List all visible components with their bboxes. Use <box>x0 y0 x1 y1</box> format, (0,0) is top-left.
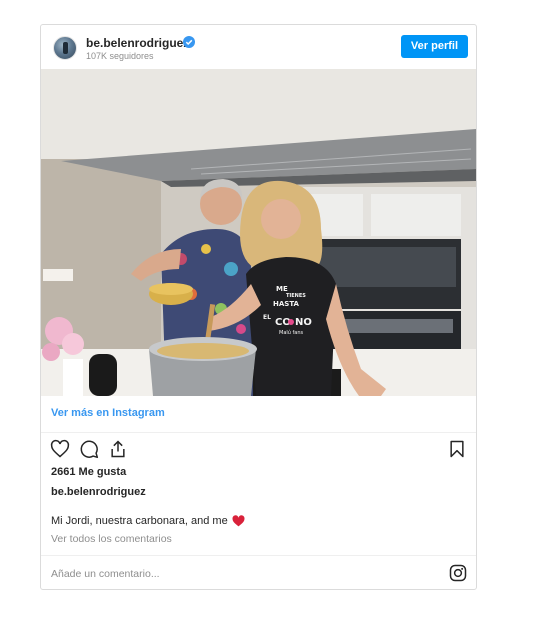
instagram-logo-icon[interactable] <box>449 564 467 582</box>
shirt-text-line: EL <box>263 314 271 321</box>
shirt-text-line: HASTA <box>273 300 300 308</box>
like-count[interactable]: 2661 Me gusta <box>51 466 126 478</box>
action-bar <box>41 432 476 462</box>
share-icon[interactable] <box>108 439 128 459</box>
view-more-row: Ver más en Instagram <box>41 396 476 433</box>
shirt-text-line: ME <box>276 285 288 293</box>
profile-avatar[interactable] <box>53 36 77 60</box>
heart-icon[interactable] <box>50 439 70 459</box>
shirt-text-line: NO <box>295 317 312 328</box>
caption-row: Mi Jordi, nuestra carbonara, and me <box>51 515 245 527</box>
verified-badge-icon <box>183 36 195 48</box>
view-all-comments-link[interactable]: Ver todos los comentarios <box>51 533 172 545</box>
comment-bubble-icon[interactable] <box>79 439 99 459</box>
post-photo[interactable]: ME TIENES HASTA EL CO NO Malú fans <box>41 69 476 396</box>
username[interactable]: be.belenrodriguez <box>86 36 189 50</box>
shirt-text-line: Malú fans <box>279 329 304 336</box>
follower-count: 107K seguidores <box>86 51 154 61</box>
caption-username[interactable]: be.belenrodriguez <box>51 486 146 498</box>
shirt-text-line: TIENES <box>286 293 306 299</box>
post-header: be.belenrodriguez 107K seguidores Ver pe… <box>41 25 476 69</box>
view-more-link[interactable]: Ver más en Instagram <box>51 407 165 419</box>
red-heart-icon <box>232 515 245 527</box>
caption-text: Mi Jordi, nuestra carbonara, and me <box>51 515 228 527</box>
comment-input[interactable]: Añade un comentario... <box>51 568 160 580</box>
add-comment-row: Añade un comentario... <box>41 555 476 591</box>
kitchen-photo-image: ME TIENES HASTA EL CO NO Malú fans <box>41 69 476 396</box>
view-profile-button[interactable]: Ver perfil <box>400 35 468 58</box>
bookmark-icon[interactable] <box>447 439 467 459</box>
instagram-embed-card: be.belenrodriguez 107K seguidores Ver pe… <box>40 24 477 590</box>
